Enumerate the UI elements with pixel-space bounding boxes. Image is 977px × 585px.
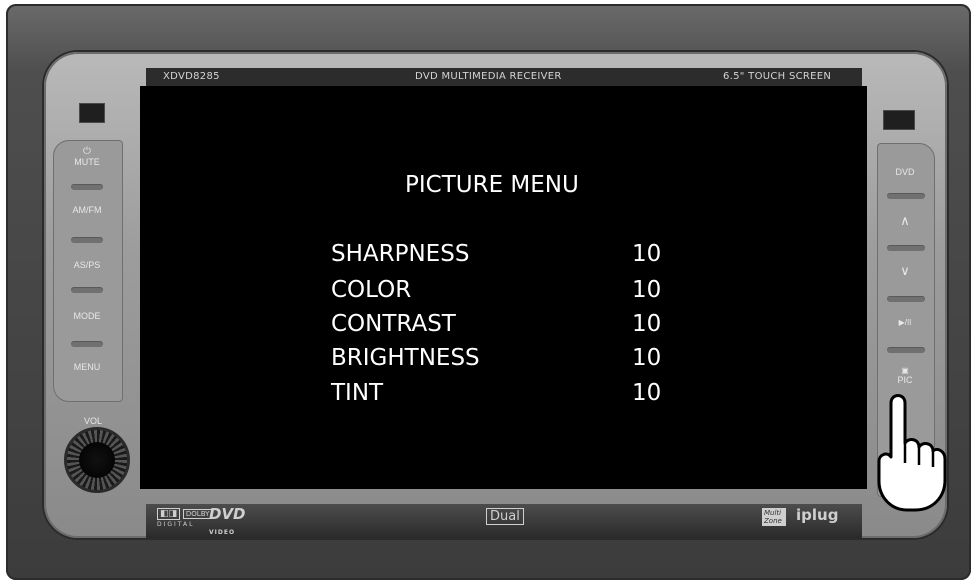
- as-ps-button[interactable]: AS/PS: [53, 260, 121, 280]
- pointing-hand-icon: [877, 394, 947, 512]
- picture-icon: ▣: [901, 366, 909, 375]
- menu-row-brightness-label[interactable]: BRIGHTNESS: [331, 345, 480, 371]
- ir-sensor-right: [883, 110, 915, 130]
- power-icon: ⏻: [83, 146, 91, 157]
- menu-button[interactable]: MENU: [53, 362, 121, 382]
- pic-button[interactable]: ▣ PIC: [877, 366, 933, 385]
- mute-label: MUTE: [74, 157, 100, 167]
- chevron-down-icon[interactable]: ∨: [877, 263, 933, 279]
- dolby-logo: ◧◨ DOLBY DIGITAL: [157, 508, 213, 530]
- button-divider: [887, 245, 925, 251]
- button-divider: [71, 287, 103, 293]
- dvd-button[interactable]: DVD: [877, 167, 933, 177]
- dual-logo: Dual: [486, 508, 524, 525]
- multizone-logo: Multi Zone: [762, 508, 786, 526]
- display-screen[interactable]: [140, 86, 867, 489]
- menu-row-tint-value: 10: [632, 380, 662, 406]
- button-divider: [71, 237, 103, 243]
- pic-label: PIC: [897, 375, 913, 385]
- volume-knob[interactable]: [64, 427, 130, 493]
- menu-row-brightness-value: 10: [632, 345, 662, 371]
- menu-row-contrast-value: 10: [632, 311, 662, 337]
- menu-row-tint-label[interactable]: TINT: [331, 380, 383, 406]
- menu-row-contrast-label[interactable]: CONTRAST: [331, 311, 456, 337]
- button-divider: [71, 184, 103, 190]
- mute-button[interactable]: ⏻ MUTE: [53, 147, 121, 187]
- mode-button[interactable]: MODE: [53, 311, 121, 331]
- play-pause-icon[interactable]: ▶/II: [877, 318, 933, 327]
- am-fm-button[interactable]: AM/FM: [53, 205, 121, 225]
- chevron-up-icon[interactable]: ∧: [877, 213, 933, 229]
- screen-size-label: 6.5" TOUCH SCREEN: [723, 71, 832, 82]
- ir-sensor-left: [79, 103, 105, 123]
- volume-label: VOL: [83, 416, 102, 426]
- button-divider: [71, 341, 103, 347]
- model-label: XDVD8285: [163, 71, 220, 82]
- button-divider: [887, 193, 925, 199]
- button-divider: [887, 296, 925, 302]
- iplug-logo: iplug: [796, 506, 839, 524]
- menu-title: PICTURE MENU: [405, 172, 579, 198]
- description-label: DVD MULTIMEDIA RECEIVER: [415, 71, 562, 82]
- menu-row-sharpness-label[interactable]: SHARPNESS: [331, 241, 469, 267]
- button-divider: [887, 347, 925, 353]
- menu-row-color-value: 10: [632, 277, 662, 303]
- menu-row-color-label[interactable]: COLOR: [331, 277, 411, 303]
- menu-row-sharpness-value: 10: [632, 241, 662, 267]
- dvd-logo: DVD VIDEO: [209, 505, 246, 537]
